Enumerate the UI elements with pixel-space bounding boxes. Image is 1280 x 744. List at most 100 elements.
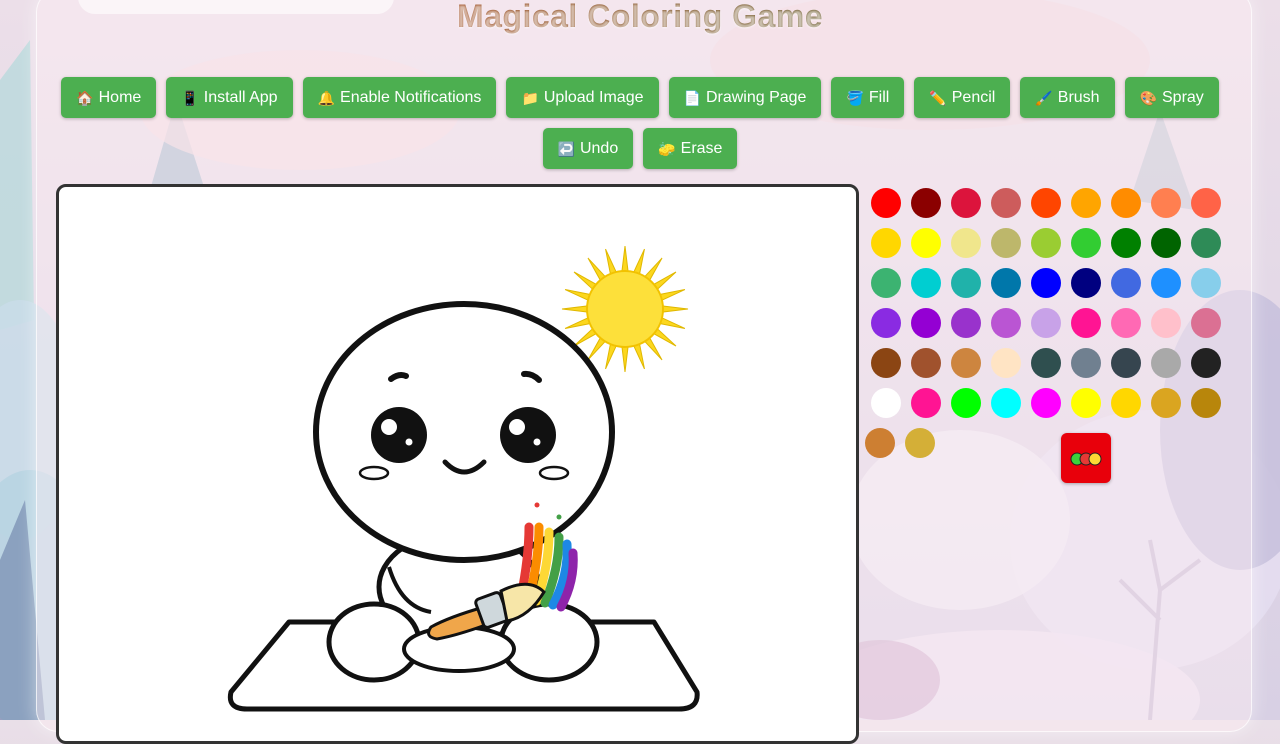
sun-ray — [605, 248, 617, 275]
color-swatch[interactable] — [1031, 188, 1061, 218]
color-swatch[interactable] — [1071, 268, 1101, 298]
upload-image-label: Upload Image — [543, 88, 644, 106]
color-swatch[interactable] — [1031, 308, 1061, 338]
color-swatch[interactable] — [911, 348, 941, 378]
color-swatch[interactable] — [991, 268, 1021, 298]
color-swatch[interactable] — [1071, 308, 1101, 338]
color-swatch[interactable] — [1111, 348, 1141, 378]
sun-ray — [573, 271, 597, 290]
color-swatch[interactable] — [1191, 308, 1221, 338]
color-swatch[interactable] — [871, 348, 901, 378]
color-swatch[interactable] — [1031, 348, 1061, 378]
color-swatch[interactable] — [1111, 228, 1141, 258]
color-swatch[interactable] — [911, 388, 941, 418]
erase-label: Erase — [680, 139, 723, 157]
color-swatch[interactable] — [951, 348, 981, 378]
spray-label: Spray — [1162, 88, 1204, 106]
color-swatch[interactable] — [951, 308, 981, 338]
color-swatch[interactable] — [1111, 268, 1141, 298]
color-swatch[interactable] — [1111, 308, 1141, 338]
home-button[interactable]: 🏠 Home — [61, 77, 157, 118]
color-swatch[interactable] — [865, 428, 895, 458]
sun-ray — [573, 328, 597, 347]
pencil-button[interactable]: ✏️ Pencil — [914, 77, 1011, 118]
color-swatch[interactable] — [1151, 348, 1181, 378]
pencil-icon: ✏️ — [929, 89, 947, 106]
sun-ray — [653, 271, 677, 290]
color-swatch[interactable] — [871, 388, 901, 418]
sun-ray — [633, 343, 645, 370]
sun-ray — [621, 245, 629, 272]
enable-notifications-button[interactable]: 🔔 Enable Notifications — [302, 77, 497, 118]
brush-button[interactable]: 🖌️ Brush — [1020, 77, 1115, 118]
color-swatch[interactable] — [1071, 348, 1101, 378]
color-swatch[interactable] — [991, 308, 1021, 338]
page-icon: 📄 — [683, 89, 701, 106]
color-swatch[interactable] — [1191, 268, 1221, 298]
color-swatch[interactable] — [1031, 228, 1061, 258]
color-swatch[interactable] — [905, 428, 935, 458]
custom-color-button[interactable] — [1061, 433, 1111, 483]
erase-button[interactable]: 🧽 Erase — [643, 128, 738, 169]
sun-ray — [659, 289, 686, 301]
color-swatch[interactable] — [1031, 268, 1061, 298]
drawing-page-button[interactable]: 📄 Drawing Page — [668, 77, 822, 118]
brush-label: Brush — [1057, 88, 1100, 106]
color-swatch[interactable] — [911, 228, 941, 258]
bell-icon: 🔔 — [317, 89, 336, 106]
upload-image-button[interactable]: 📁 Upload Image — [506, 77, 659, 118]
color-swatch[interactable] — [951, 188, 981, 218]
color-swatch[interactable] — [1111, 388, 1141, 418]
undo-button[interactable]: ↩️ Undo — [542, 128, 634, 169]
undo-icon: ↩️ — [557, 140, 575, 157]
color-swatch[interactable] — [991, 188, 1021, 218]
color-swatch[interactable] — [1151, 388, 1181, 418]
color-swatch[interactable] — [1031, 388, 1061, 418]
color-swatch[interactable] — [951, 228, 981, 258]
color-swatch[interactable] — [1071, 388, 1101, 418]
color-swatch[interactable] — [911, 268, 941, 298]
toolbar-row-1: 🏠 Home 📱 Install App 🔔 Enable Notifications 📁 U… — [0, 77, 1280, 118]
color-swatch[interactable] — [911, 188, 941, 218]
color-swatch[interactable] — [1111, 188, 1141, 218]
sun-ray — [587, 337, 606, 361]
color-swatch[interactable] — [1151, 268, 1181, 298]
install-app-button[interactable]: 📱 Install App — [166, 77, 293, 118]
sun-ray — [621, 346, 629, 373]
color-swatch[interactable] — [871, 308, 901, 338]
color-swatch[interactable] — [1151, 188, 1181, 218]
sun-ray — [659, 317, 686, 329]
color-swatch[interactable] — [1191, 188, 1221, 218]
house-icon: 🏠 — [76, 89, 94, 106]
sponge-icon: 🧽 — [658, 140, 676, 157]
color-swatch[interactable] — [1191, 388, 1221, 418]
color-swatch[interactable] — [991, 388, 1021, 418]
color-swatch[interactable] — [1071, 188, 1101, 218]
color-swatch[interactable] — [1191, 228, 1221, 258]
sun-ray — [662, 305, 689, 313]
fill-button[interactable]: 🪣 Fill — [831, 77, 905, 118]
color-swatch[interactable] — [1151, 228, 1181, 258]
sun-ray — [644, 257, 663, 281]
color-swatch[interactable] — [991, 348, 1021, 378]
color-swatch[interactable] — [1071, 228, 1101, 258]
pencil-label: Pencil — [951, 88, 996, 106]
color-swatch[interactable] — [871, 188, 901, 218]
spray-button[interactable]: 🎨 Spray — [1124, 77, 1219, 118]
sun-ray — [644, 337, 663, 361]
color-swatch[interactable] — [871, 268, 901, 298]
folder-icon: 📁 — [521, 89, 539, 106]
color-swatch[interactable] — [951, 388, 981, 418]
color-swatch[interactable] — [991, 228, 1021, 258]
color-swatch[interactable] — [911, 308, 941, 338]
install-app-label: Install App — [203, 88, 278, 106]
drawing-canvas[interactable] — [56, 184, 859, 744]
color-swatch[interactable] — [1191, 348, 1221, 378]
color-swatch[interactable] — [951, 268, 981, 298]
color-swatch[interactable] — [1151, 308, 1181, 338]
coloring-image[interactable] — [59, 187, 856, 741]
color-swatch[interactable] — [871, 228, 901, 258]
fill-label: Fill — [868, 88, 890, 106]
home-label: Home — [98, 88, 142, 106]
sun-ray — [653, 328, 677, 347]
